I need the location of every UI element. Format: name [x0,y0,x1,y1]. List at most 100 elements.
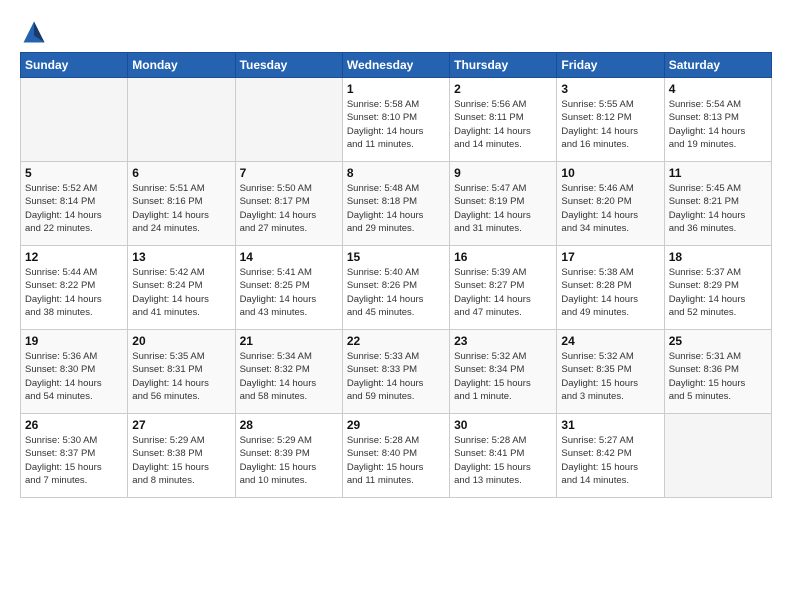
day-header-sunday: Sunday [21,53,128,78]
day-info: Sunrise: 5:28 AM Sunset: 8:40 PM Dayligh… [347,434,445,487]
day-info: Sunrise: 5:55 AM Sunset: 8:12 PM Dayligh… [561,98,659,151]
day-info: Sunrise: 5:44 AM Sunset: 8:22 PM Dayligh… [25,266,123,319]
day-info: Sunrise: 5:54 AM Sunset: 8:13 PM Dayligh… [669,98,767,151]
day-number: 2 [454,82,552,96]
day-cell: 8 Sunrise: 5:48 AM Sunset: 8:18 PM Daylig… [342,162,449,246]
day-number: 28 [240,418,338,432]
day-cell: 3 Sunrise: 5:55 AM Sunset: 8:12 PM Daylig… [557,78,664,162]
day-info: Sunrise: 5:56 AM Sunset: 8:11 PM Dayligh… [454,98,552,151]
day-cell: 1Sunrise: 5:58 AM Sunset: 8:10 PM Daylig… [342,78,449,162]
day-cell: 6Sunrise: 5:51 AM Sunset: 8:16 PM Daylig… [128,162,235,246]
day-cell [235,78,342,162]
day-info: Sunrise: 5:40 AM Sunset: 8:26 PM Dayligh… [347,266,445,319]
day-info: Sunrise: 5:51 AM Sunset: 8:16 PM Dayligh… [132,182,230,235]
day-info: Sunrise: 5:39 AM Sunset: 8:27 PM Dayligh… [454,266,552,319]
day-number: 4 [669,82,767,96]
day-number: 3 [561,82,659,96]
day-info: Sunrise: 5:38 AM Sunset: 8:28 PM Dayligh… [561,266,659,319]
day-number: 12 [25,250,123,264]
day-cell: 22 Sunrise: 5:33 AM Sunset: 8:33 PM Dayli… [342,330,449,414]
day-number: 18 [669,250,767,264]
day-number: 9 [454,166,552,180]
day-info: Sunrise: 5:27 AM Sunset: 8:42 PM Dayligh… [561,434,659,487]
day-cell: 21 Sunrise: 5:34 AM Sunset: 8:32 PM Dayli… [235,330,342,414]
day-cell: 5Sunrise: 5:52 AM Sunset: 8:14 PM Daylig… [21,162,128,246]
day-cell: 20 Sunrise: 5:35 AM Sunset: 8:31 PM Dayli… [128,330,235,414]
page: SundayMondayTuesdayWednesdayThursdayFrid… [0,0,792,612]
day-number: 1 [347,82,445,96]
day-number: 21 [240,334,338,348]
day-number: 27 [132,418,230,432]
week-row-3: 12 Sunrise: 5:44 AM Sunset: 8:22 PM Dayli… [21,246,772,330]
day-cell: 7 Sunrise: 5:50 AM Sunset: 8:17 PM Daylig… [235,162,342,246]
day-cell: 29 Sunrise: 5:28 AM Sunset: 8:40 PM Dayli… [342,414,449,498]
day-number: 31 [561,418,659,432]
day-number: 11 [669,166,767,180]
day-number: 23 [454,334,552,348]
day-cell: 13 Sunrise: 5:42 AM Sunset: 8:24 PM Dayli… [128,246,235,330]
day-number: 20 [132,334,230,348]
day-number: 24 [561,334,659,348]
day-header-tuesday: Tuesday [235,53,342,78]
day-cell [128,78,235,162]
day-info: Sunrise: 5:42 AM Sunset: 8:24 PM Dayligh… [132,266,230,319]
day-info: Sunrise: 5:35 AM Sunset: 8:31 PM Dayligh… [132,350,230,403]
calendar-table: SundayMondayTuesdayWednesdayThursdayFrid… [20,52,772,498]
day-header-thursday: Thursday [450,53,557,78]
day-info: Sunrise: 5:47 AM Sunset: 8:19 PM Dayligh… [454,182,552,235]
day-number: 22 [347,334,445,348]
day-cell: 15 Sunrise: 5:40 AM Sunset: 8:26 PM Dayli… [342,246,449,330]
day-cell [664,414,771,498]
day-header-saturday: Saturday [664,53,771,78]
day-cell: 11 Sunrise: 5:45 AM Sunset: 8:21 PM Dayli… [664,162,771,246]
day-cell: 2 Sunrise: 5:56 AM Sunset: 8:11 PM Daylig… [450,78,557,162]
day-cell [21,78,128,162]
day-number: 7 [240,166,338,180]
day-cell: 19Sunrise: 5:36 AM Sunset: 8:30 PM Dayli… [21,330,128,414]
day-info: Sunrise: 5:29 AM Sunset: 8:39 PM Dayligh… [240,434,338,487]
day-info: Sunrise: 5:37 AM Sunset: 8:29 PM Dayligh… [669,266,767,319]
day-cell: 27Sunrise: 5:29 AM Sunset: 8:38 PM Dayli… [128,414,235,498]
day-info: Sunrise: 5:48 AM Sunset: 8:18 PM Dayligh… [347,182,445,235]
day-info: Sunrise: 5:30 AM Sunset: 8:37 PM Dayligh… [25,434,123,487]
day-cell: 26 Sunrise: 5:30 AM Sunset: 8:37 PM Dayli… [21,414,128,498]
day-number: 26 [25,418,123,432]
day-cell: 9 Sunrise: 5:47 AM Sunset: 8:19 PM Daylig… [450,162,557,246]
day-number: 8 [347,166,445,180]
day-number: 30 [454,418,552,432]
day-info: Sunrise: 5:32 AM Sunset: 8:35 PM Dayligh… [561,350,659,403]
day-cell: 14Sunrise: 5:41 AM Sunset: 8:25 PM Dayli… [235,246,342,330]
day-cell: 23 Sunrise: 5:32 AM Sunset: 8:34 PM Dayli… [450,330,557,414]
day-number: 15 [347,250,445,264]
day-number: 25 [669,334,767,348]
day-number: 16 [454,250,552,264]
day-info: Sunrise: 5:32 AM Sunset: 8:34 PM Dayligh… [454,350,552,403]
day-number: 13 [132,250,230,264]
day-info: Sunrise: 5:41 AM Sunset: 8:25 PM Dayligh… [240,266,338,319]
day-cell: 31 Sunrise: 5:27 AM Sunset: 8:42 PM Dayli… [557,414,664,498]
day-cell: 24 Sunrise: 5:32 AM Sunset: 8:35 PM Dayli… [557,330,664,414]
week-row-2: 5Sunrise: 5:52 AM Sunset: 8:14 PM Daylig… [21,162,772,246]
week-row-1: 1Sunrise: 5:58 AM Sunset: 8:10 PM Daylig… [21,78,772,162]
day-info: Sunrise: 5:33 AM Sunset: 8:33 PM Dayligh… [347,350,445,403]
day-info: Sunrise: 5:45 AM Sunset: 8:21 PM Dayligh… [669,182,767,235]
day-info: Sunrise: 5:36 AM Sunset: 8:30 PM Dayligh… [25,350,123,403]
day-header-wednesday: Wednesday [342,53,449,78]
day-info: Sunrise: 5:46 AM Sunset: 8:20 PM Dayligh… [561,182,659,235]
day-info: Sunrise: 5:31 AM Sunset: 8:36 PM Dayligh… [669,350,767,403]
day-cell: 18 Sunrise: 5:37 AM Sunset: 8:29 PM Dayli… [664,246,771,330]
day-number: 17 [561,250,659,264]
day-info: Sunrise: 5:50 AM Sunset: 8:17 PM Dayligh… [240,182,338,235]
day-number: 10 [561,166,659,180]
day-cell: 12 Sunrise: 5:44 AM Sunset: 8:22 PM Dayli… [21,246,128,330]
day-number: 5 [25,166,123,180]
day-number: 29 [347,418,445,432]
header [20,18,772,46]
day-cell: 28 Sunrise: 5:29 AM Sunset: 8:39 PM Dayli… [235,414,342,498]
logo-icon [20,18,48,46]
day-info: Sunrise: 5:34 AM Sunset: 8:32 PM Dayligh… [240,350,338,403]
week-row-4: 19Sunrise: 5:36 AM Sunset: 8:30 PM Dayli… [21,330,772,414]
week-row-5: 26 Sunrise: 5:30 AM Sunset: 8:37 PM Dayli… [21,414,772,498]
day-cell: 4 Sunrise: 5:54 AM Sunset: 8:13 PM Daylig… [664,78,771,162]
day-cell: 30Sunrise: 5:28 AM Sunset: 8:41 PM Dayli… [450,414,557,498]
